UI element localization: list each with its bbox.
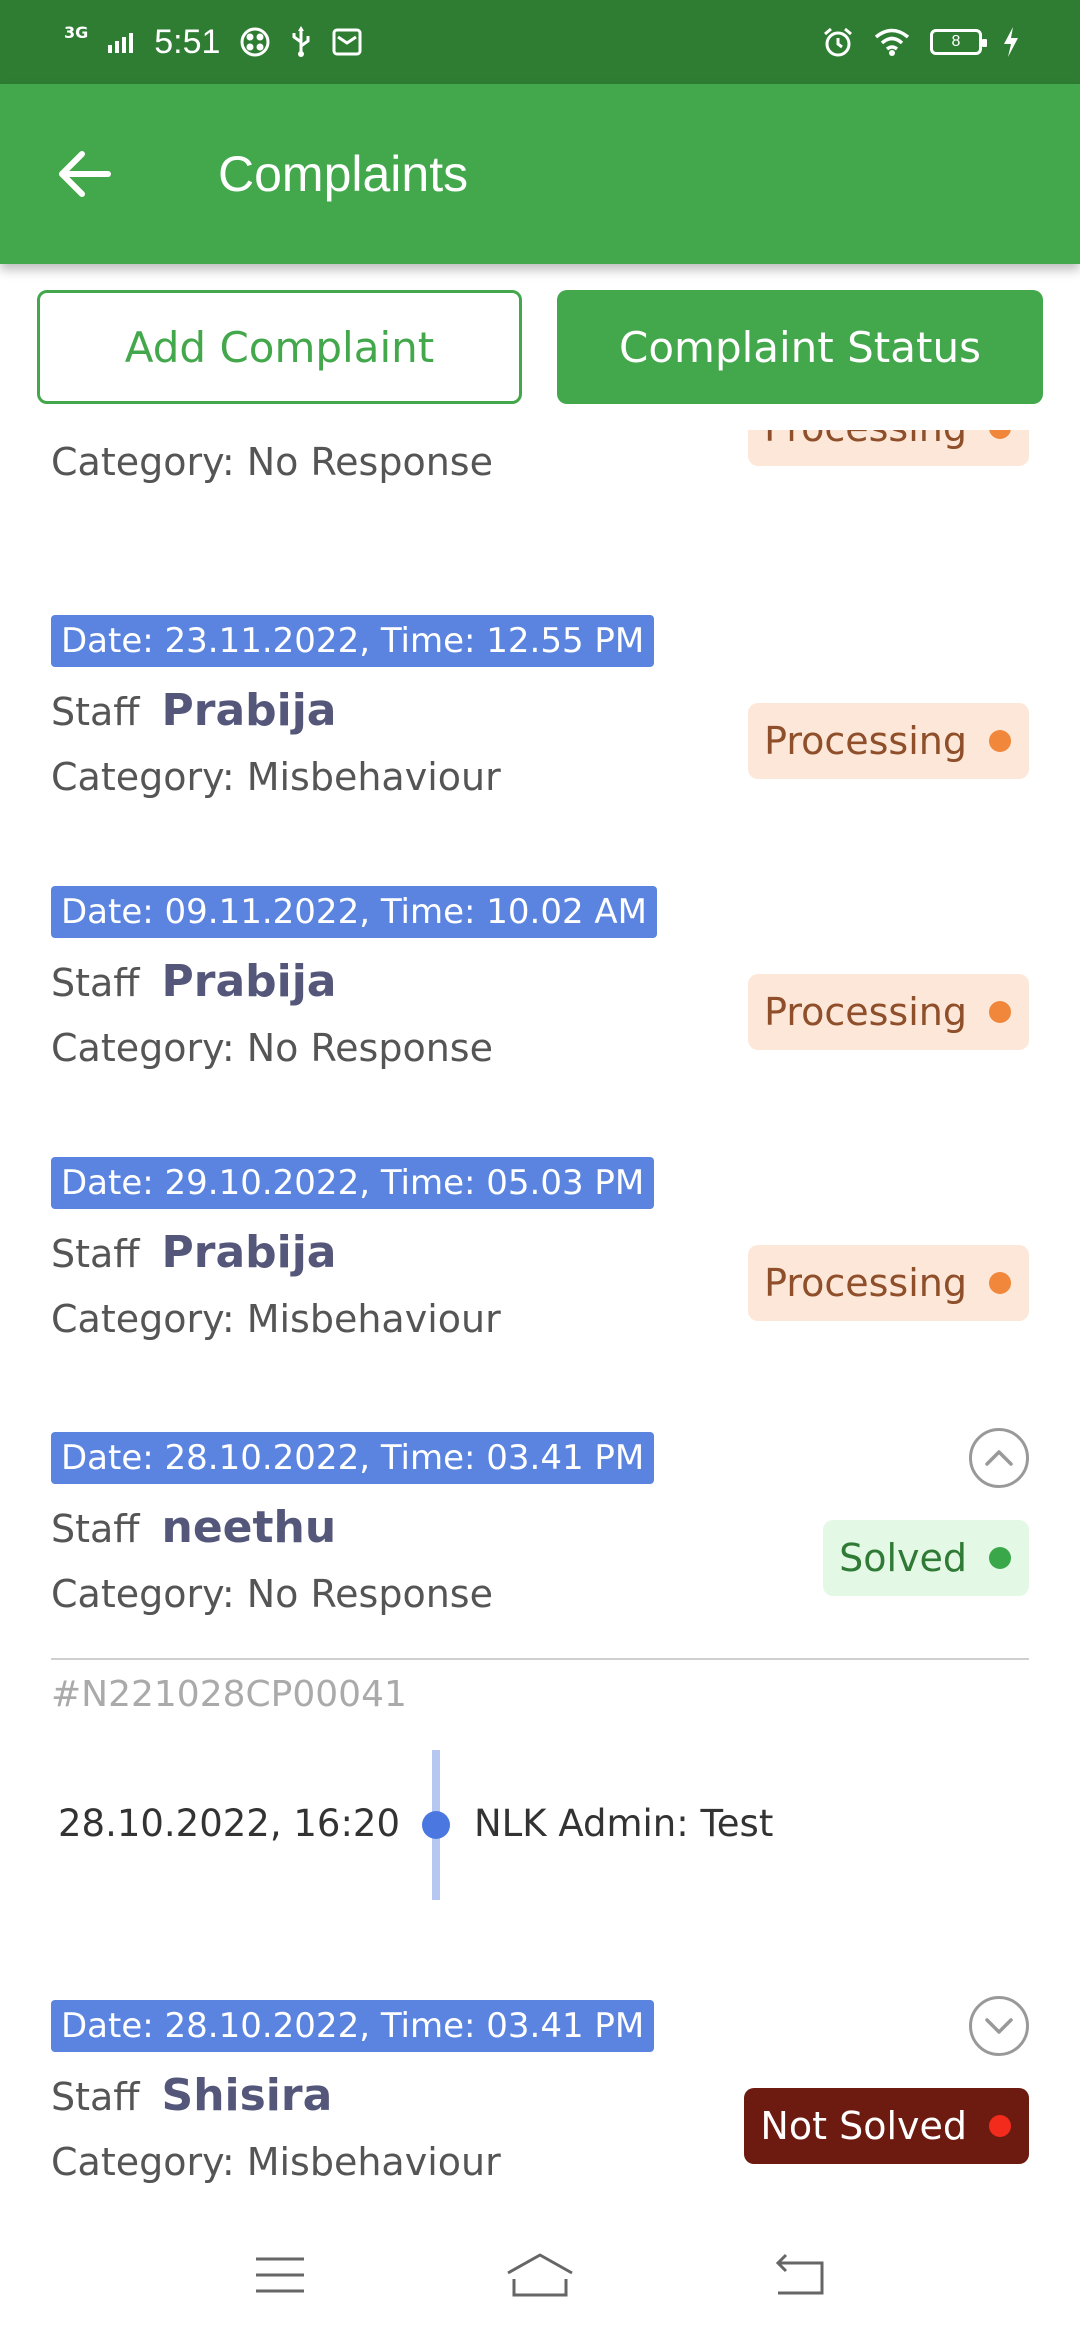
staff-label: Staff: [51, 690, 140, 734]
home-icon: [507, 2253, 573, 2297]
complaint-category: Category: Misbehaviour: [51, 1297, 501, 1341]
home-button[interactable]: [490, 2235, 590, 2315]
status-label: Not Solved: [760, 2104, 967, 2148]
staff-name: Prabija: [161, 685, 337, 736]
charging-icon: [1002, 27, 1020, 57]
complaint-reference: #N221028CP00041: [51, 1674, 407, 1715]
status-left: 3G 5:51: [64, 23, 362, 62]
alarm-icon: [822, 26, 854, 58]
complaint-list[interactable]: Processing Category: No Response Date: 2…: [0, 430, 1080, 2190]
status-badge: Not Solved: [744, 2088, 1029, 2164]
status-label: Processing: [764, 719, 967, 763]
staff-line: Staff Prabija: [51, 685, 337, 736]
status-right: 8: [822, 26, 1020, 58]
status-badge: Solved: [823, 1520, 1029, 1596]
staff-line: Staff Shisira: [51, 2070, 332, 2121]
status-label: Processing: [764, 1261, 967, 1305]
page-title: Complaints: [218, 146, 469, 202]
status-label: Solved: [839, 1536, 967, 1580]
complaint-category: Category: No Response: [51, 1026, 493, 1070]
staff-name: Prabija: [161, 956, 337, 1007]
menu-button[interactable]: [230, 2235, 330, 2315]
mail-icon: [332, 28, 362, 56]
staff-name: neethu: [161, 1502, 337, 1553]
timeline-message: NLK Admin: Test: [474, 1802, 774, 1845]
signal-icon: [108, 31, 134, 53]
staff-line: Staff Prabija: [51, 956, 337, 1007]
date-chip: Date: 09.11.2022, Time: 10.02 AM: [51, 886, 658, 938]
system-nav-bar: [0, 2210, 1080, 2340]
back-nav-button[interactable]: [750, 2235, 850, 2315]
complaint-category: Category: No Response: [51, 440, 493, 484]
collapse-button[interactable]: [969, 1428, 1029, 1488]
back-button[interactable]: [34, 124, 134, 224]
date-chip: Date: 28.10.2022, Time: 03.41 PM: [51, 1432, 655, 1484]
menu-icon: [256, 2257, 304, 2293]
chevron-up-icon: [985, 1450, 1013, 1466]
complaint-status-button[interactable]: Complaint Status: [557, 290, 1043, 404]
status-dot-icon: [989, 730, 1011, 752]
status-time: 5:51: [154, 22, 221, 61]
complaint-category: Category: No Response: [51, 1572, 493, 1616]
status-dot-icon: [989, 1001, 1011, 1023]
complaint-category: Category: Misbehaviour: [51, 755, 501, 799]
date-chip: Date: 23.11.2022, Time: 12.55 PM: [51, 615, 655, 667]
date-chip: Date: 29.10.2022, Time: 05.03 PM: [51, 1157, 655, 1209]
app-notification-icon: [240, 27, 270, 57]
usb-icon: [290, 26, 312, 58]
network-type: 3G: [64, 22, 89, 42]
status-badge: Processing: [748, 974, 1029, 1050]
timeline-dot: [422, 1811, 450, 1839]
back-icon: [775, 2253, 824, 2295]
status-dot-icon: [989, 1547, 1011, 1569]
staff-label: Staff: [51, 1232, 140, 1276]
date-chip: Date: 28.10.2022, Time: 03.41 PM: [51, 2000, 655, 2052]
staff-label: Staff: [51, 1507, 140, 1551]
staff-line: Staff neethu: [51, 1502, 336, 1553]
status-label: Processing: [764, 990, 967, 1034]
divider: [51, 1658, 1029, 1660]
arrow-left-icon: [59, 151, 111, 197]
battery-icon: 8: [930, 29, 987, 55]
staff-label: Staff: [51, 961, 140, 1005]
staff-label: Staff: [51, 2075, 140, 2119]
status-badge: Processing: [748, 703, 1029, 779]
battery-level: 8: [951, 33, 961, 50]
status-badge: Processing: [748, 430, 1029, 466]
status-dot-icon: [989, 2115, 1011, 2137]
timeline-datetime: 28.10.2022, 16:20: [58, 1802, 400, 1845]
status-bar: 3G 5:51 8: [0, 0, 1080, 84]
app-bar: Complaints: [0, 84, 1080, 264]
add-complaint-button[interactable]: Add Complaint: [37, 290, 522, 404]
chevron-down-icon: [985, 2018, 1013, 2034]
wifi-icon: [874, 28, 910, 56]
staff-line: Staff Prabija: [51, 1227, 337, 1278]
status-badge: Processing: [748, 1245, 1029, 1321]
staff-name: Prabija: [161, 1227, 337, 1278]
staff-name: Shisira: [161, 2070, 333, 2121]
status-dot-icon: [989, 1272, 1011, 1294]
complaint-category: Category: Misbehaviour: [51, 2140, 501, 2184]
expand-button[interactable]: [969, 1996, 1029, 2056]
status-label: Processing: [764, 430, 967, 450]
status-dot-icon: [989, 430, 1011, 439]
